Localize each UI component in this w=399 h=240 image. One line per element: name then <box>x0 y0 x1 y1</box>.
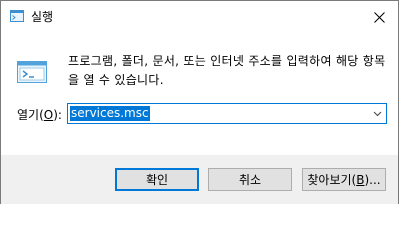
browse-label-suffix: )... <box>364 172 381 187</box>
browse-label-mnemonic: B <box>356 172 365 187</box>
open-label: 열기(O): <box>17 107 62 123</box>
close-button[interactable] <box>360 1 398 33</box>
command-input[interactable]: services.msc <box>70 106 150 121</box>
run-app-icon <box>10 10 24 22</box>
window-title: 실행 <box>31 10 54 24</box>
cancel-button[interactable]: 취소 <box>208 168 292 191</box>
open-label-suffix: ): <box>53 108 62 122</box>
browse-button[interactable]: 찾아보기(B)... <box>302 168 386 191</box>
open-label-prefix: 열기( <box>17 108 44 122</box>
command-combobox[interactable]: services.msc <box>67 103 387 124</box>
button-bar: 확인 취소 찾아보기(B)... <box>1 155 398 204</box>
dialog-description: 프로그램, 폴더, 문서, 또는 인터넷 주소를 입력하여 해당 항목을 열 수… <box>68 54 386 87</box>
run-dialog-icon <box>17 61 47 83</box>
chevron-down-icon[interactable] <box>373 109 382 118</box>
title-bar[interactable]: 실행 <box>1 1 398 33</box>
dialog-content: 프로그램, 폴더, 문서, 또는 인터넷 주소를 입력하여 해당 항목을 열 수… <box>1 33 398 155</box>
browse-label-prefix: 찾아보기( <box>307 173 357 187</box>
close-icon <box>373 11 385 23</box>
ok-button[interactable]: 확인 <box>115 168 199 191</box>
open-label-mnemonic: O <box>43 108 54 122</box>
run-dialog: 실행 프로그램, 폴더, 문서, 또는 인터넷 주소를 입력하여 해당 항목을 … <box>0 0 399 204</box>
